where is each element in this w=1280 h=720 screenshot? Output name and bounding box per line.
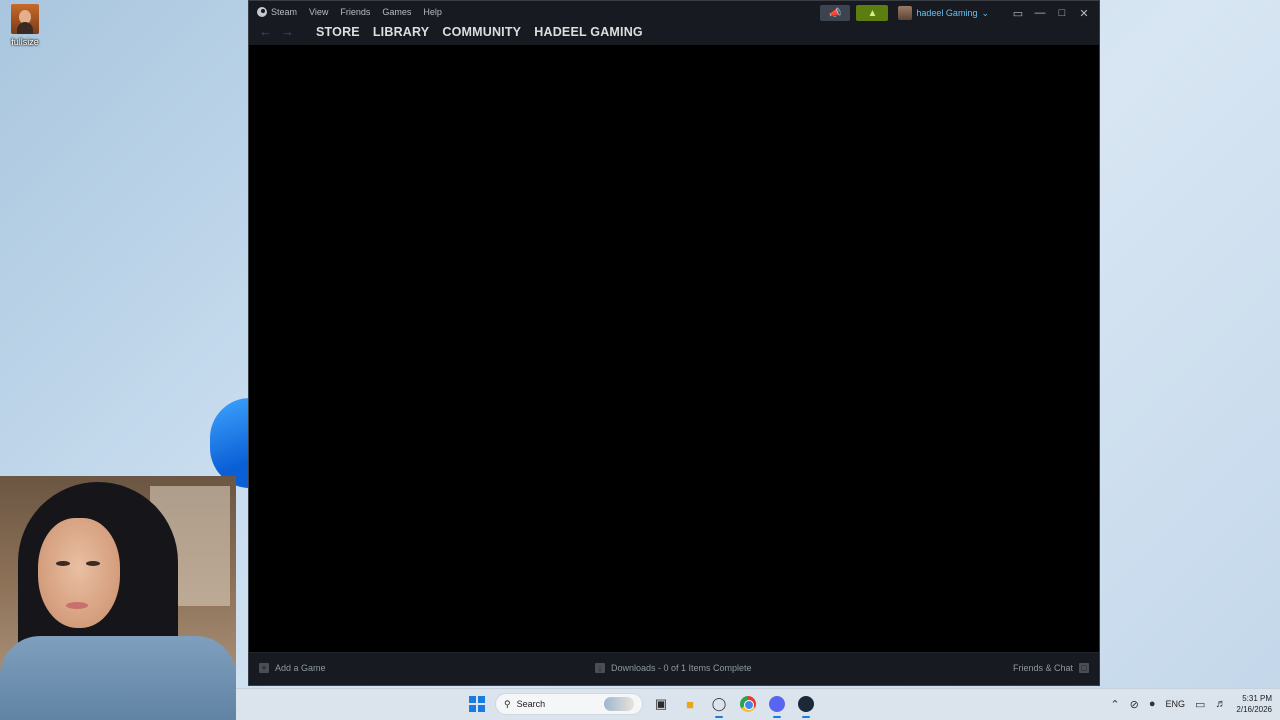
- discord-icon: [769, 696, 785, 712]
- steam-taskbar-button[interactable]: [795, 693, 817, 718]
- webcam-overlay: [0, 476, 236, 720]
- add-game-button[interactable]: + Add a Game: [259, 663, 326, 673]
- discord-button[interactable]: [766, 693, 788, 718]
- clock-time: 5:31 PM: [1242, 694, 1272, 703]
- menu-steam-label: Steam: [271, 7, 298, 17]
- file-explorer-button[interactable]: ■: [679, 693, 701, 715]
- downloads-button[interactable]: ↓ Downloads - 0 of 1 Items Complete: [595, 663, 752, 673]
- steam-titlebar: Steam View Friends Games Help ← → STORE …: [249, 1, 1099, 45]
- ring-app-icon: ◯: [711, 696, 727, 711]
- forward-arrow-icon[interactable]: →: [281, 24, 303, 40]
- notifications-button[interactable]: ▲: [856, 5, 889, 21]
- clock-date: 2/16/2026: [1236, 705, 1272, 714]
- volume-icon[interactable]: ♬: [1215, 698, 1226, 710]
- bell-icon: ▲: [867, 7, 878, 19]
- chevron-down-icon: ⌄: [981, 7, 989, 18]
- taskbar-search[interactable]: ⚲ Search: [495, 693, 643, 715]
- network-off-icon[interactable]: ⊘: [1130, 698, 1139, 711]
- clock[interactable]: 5:31 PM 2/16/2026: [1236, 693, 1272, 715]
- minimize-button[interactable]: —: [1029, 5, 1051, 21]
- maximize-icon: □: [1058, 7, 1066, 19]
- add-game-label: Add a Game: [275, 663, 326, 673]
- menu-help-label: Help: [423, 7, 442, 17]
- minimize-icon: —: [1034, 7, 1046, 19]
- search-highlight-icon: [604, 697, 634, 711]
- menu-friends-label: Friends: [340, 7, 371, 17]
- taskbar-apps: ⚲ Search ▣ ■ ◯: [466, 693, 817, 718]
- start-button[interactable]: [466, 693, 488, 715]
- shortcut-thumbnail-icon: [11, 4, 39, 34]
- microphone-icon[interactable]: ●: [1149, 698, 1156, 710]
- announcements-button[interactable]: 📣: [820, 5, 851, 21]
- menu-games-label: Games: [382, 7, 412, 17]
- tab-profile[interactable]: HADEEL GAMING: [534, 25, 643, 39]
- folder-icon: ■: [686, 696, 694, 712]
- account-menu-button[interactable]: hadeel Gaming ⌄: [894, 5, 993, 21]
- big-picture-button[interactable]: ▭: [1007, 5, 1029, 21]
- chrome-icon: [740, 696, 756, 712]
- menu-help[interactable]: Help: [423, 7, 442, 17]
- menu-view-label: View: [309, 7, 329, 17]
- tab-library[interactable]: LIBRARY: [373, 25, 430, 39]
- steam-logo-icon: [257, 7, 267, 17]
- menu-steam[interactable]: Steam: [257, 7, 297, 17]
- friends-chat-button[interactable]: Friends & Chat □: [1013, 663, 1089, 673]
- chat-icon: □: [1079, 663, 1089, 673]
- task-view-button[interactable]: ▣: [650, 693, 672, 715]
- download-icon: ↓: [595, 663, 605, 673]
- steam-top-right-controls: 📣 ▲ hadeel Gaming ⌄ ▭ — □ ✕: [820, 5, 1095, 21]
- search-label: Search: [516, 699, 546, 709]
- maximize-button[interactable]: □: [1051, 5, 1073, 21]
- close-button[interactable]: ✕: [1073, 5, 1095, 21]
- chrome-button[interactable]: [737, 693, 759, 715]
- monitor-icon: ▭: [1012, 7, 1024, 20]
- menu-view[interactable]: View: [309, 7, 328, 17]
- display-icon[interactable]: ▭: [1195, 698, 1205, 711]
- tab-store[interactable]: STORE: [316, 25, 360, 39]
- tab-community[interactable]: COMMUNITY: [442, 25, 521, 39]
- chevron-up-icon[interactable]: ⌃: [1110, 698, 1119, 711]
- megaphone-icon: 📣: [829, 7, 842, 19]
- windows-taskbar: ⚲ Search ▣ ■ ◯ ⌃ ⊘ ● ENG ▭ ♬ 5:31 PM 2/1…: [236, 688, 1280, 720]
- task-view-icon: ▣: [654, 696, 668, 711]
- steam-taskbar-icon: [798, 696, 814, 712]
- plus-icon: +: [259, 663, 269, 673]
- account-name: hadeel Gaming: [916, 8, 978, 18]
- close-icon: ✕: [1079, 7, 1089, 20]
- steam-menu-bar: Steam View Friends Games Help: [257, 7, 442, 17]
- downloads-status: Downloads - 0 of 1 Items Complete: [611, 663, 752, 673]
- menu-games[interactable]: Games: [382, 7, 411, 17]
- steam-window: Steam View Friends Games Help ← → STORE …: [248, 0, 1100, 686]
- steam-statusbar: + Add a Game ↓ Downloads - 0 of 1 Items …: [249, 652, 1099, 685]
- language-indicator[interactable]: ENG: [1165, 699, 1185, 709]
- app-ring-button[interactable]: ◯: [708, 693, 730, 718]
- system-tray: ⌃ ⊘ ● ENG ▭ ♬ 5:31 PM 2/16/2026: [1110, 693, 1272, 715]
- desktop-shortcut-fullsize[interactable]: fullsize: [4, 4, 46, 47]
- back-arrow-icon[interactable]: ←: [259, 24, 281, 40]
- avatar: [898, 6, 913, 20]
- steam-nav: ← → STORE LIBRARY COMMUNITY HADEEL GAMIN…: [259, 24, 643, 40]
- steam-content-area: [249, 45, 1099, 654]
- desktop-shortcut-label: fullsize: [11, 37, 39, 47]
- menu-friends[interactable]: Friends: [340, 7, 370, 17]
- search-icon: ⚲: [504, 698, 511, 709]
- friends-chat-label: Friends & Chat: [1012, 663, 1073, 673]
